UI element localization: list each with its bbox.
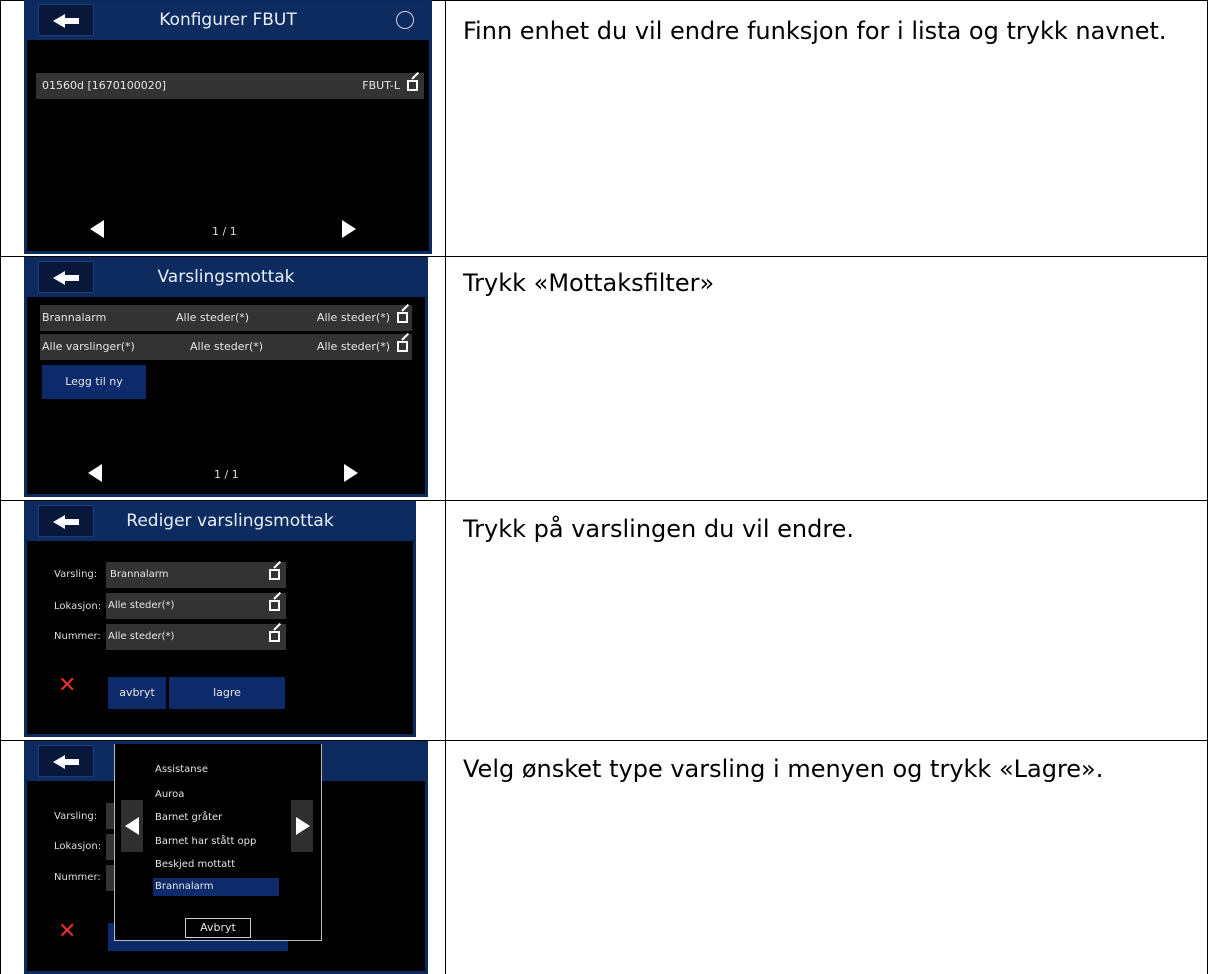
title-bar: Rediger varslingsmottak <box>24 501 416 541</box>
title-bar: Konfigurer FBUT <box>24 0 432 40</box>
field-lokasjon[interactable]: Alle steder(*) <box>106 593 286 619</box>
menu-cancel-button[interactable]: Avbryt <box>185 918 251 938</box>
edit-icon[interactable] <box>397 341 408 352</box>
next-page-icon[interactable] <box>342 220 356 238</box>
entry-col1: Brannalarm <box>42 311 107 324</box>
close-x-icon[interactable]: ✕ <box>58 673 76 698</box>
device-id: 01560d [1670100020] <box>42 79 167 92</box>
next-page-icon[interactable] <box>344 464 358 482</box>
instruction-4: Velg ønsket type varsling i menyen og tr… <box>463 755 1104 783</box>
entry-col3: Alle steder(*) <box>316 340 390 353</box>
prev-page-icon[interactable] <box>90 220 104 238</box>
instruction-3: Trykk på varslingen du vil endre. <box>463 515 855 543</box>
instruction-table: Finn enhet du vil endre funksjon for i l… <box>0 0 1208 974</box>
back-arrow-icon <box>53 755 79 769</box>
page-indicator: 1 / 1 <box>212 225 237 238</box>
table-column-divider <box>445 0 446 974</box>
menu-item[interactable]: Assistanse <box>155 764 208 775</box>
back-button[interactable] <box>38 745 94 777</box>
edit-icon[interactable] <box>397 312 408 323</box>
edit-icon[interactable] <box>269 631 280 642</box>
menu-item[interactable]: Beskjed mottatt <box>155 859 235 870</box>
screenshot-varslingsmottak: Varslingsmottak Brannalarm Alle steder(*… <box>24 257 428 497</box>
field-label-nummer: Nummer: <box>54 631 101 642</box>
menu-next-button[interactable] <box>291 800 313 852</box>
close-x-icon: ✕ <box>58 919 77 944</box>
entry-col2: Alle steder(*) <box>190 340 264 353</box>
menu-prev-button[interactable] <box>121 800 143 852</box>
menu-item[interactable]: Barnet gråter <box>155 812 222 823</box>
field-value: Alle steder(*) <box>108 600 175 611</box>
screenshot-rediger-varslingsmottak: Rediger varslingsmottak Varsling: Branna… <box>24 501 416 737</box>
notification-type-menu: Assistanse Auroa Barnet gråter Barnet ha… <box>114 743 322 941</box>
screenshot-konfigurer-fbut: Konfigurer FBUT 01560d [1670100020] FBUT… <box>24 0 432 254</box>
save-button[interactable]: lagre <box>169 677 285 709</box>
edit-icon[interactable] <box>407 80 418 91</box>
entry-col1: Alle varslinger(*) <box>42 340 135 353</box>
entry-row-1[interactable]: Brannalarm Alle steder(*) Alle steder(*) <box>40 305 412 331</box>
field-label-nummer: Nummer: <box>54 872 101 883</box>
chevron-left-icon <box>125 817 139 835</box>
entry-col2: Alle steder(*) <box>176 311 250 324</box>
add-new-button[interactable]: Legg til ny <box>42 365 146 399</box>
edit-icon[interactable] <box>269 569 280 580</box>
entry-row-2[interactable]: Alle varslinger(*) Alle steder(*) Alle s… <box>40 334 412 360</box>
field-varsling[interactable]: Brannalarm <box>106 562 286 588</box>
chevron-right-icon <box>296 817 310 835</box>
prev-page-icon[interactable] <box>88 464 102 482</box>
screen-title: Konfigurer FBUT <box>159 10 297 30</box>
field-label-varsling: Varsling: <box>54 569 98 580</box>
field-label-varsling: Varsling: <box>54 811 98 822</box>
field-label-lokasjon: Lokasjon: <box>54 601 102 612</box>
instruction-1: Finn enhet du vil endre funksjon for i l… <box>463 17 1167 45</box>
screen-title: Rediger varslingsmottak <box>126 511 334 531</box>
cancel-button[interactable]: avbryt <box>108 677 166 709</box>
field-value: Brannalarm <box>110 569 169 580</box>
logo-icon <box>396 11 414 29</box>
page-indicator: 1 / 1 <box>214 468 239 481</box>
menu-item-selected[interactable]: Brannalarm <box>153 878 279 896</box>
device-row[interactable]: 01560d [1670100020] FBUT-L <box>36 73 424 99</box>
entry-col3: Alle steder(*) <box>316 311 390 324</box>
menu-item[interactable]: Barnet har stått opp <box>155 836 256 847</box>
field-value: Alle steder(*) <box>108 631 175 642</box>
title-bar: Varslingsmottak <box>24 257 428 297</box>
screen-title: Varslingsmottak <box>157 267 295 287</box>
field-label-lokasjon: Lokasjon: <box>54 841 102 852</box>
instruction-2: Trykk «Mottaksfilter» <box>463 269 715 297</box>
edit-icon[interactable] <box>269 600 280 611</box>
device-name: FBUT-L <box>362 79 400 92</box>
menu-item[interactable]: Auroa <box>155 789 184 800</box>
field-nummer[interactable]: Alle steder(*) <box>106 624 286 650</box>
table-border-left <box>0 0 1 974</box>
screenshot-velg-varsling: Varsling: Lokasjon: Nummer: ✕ Assistanse… <box>24 741 428 974</box>
